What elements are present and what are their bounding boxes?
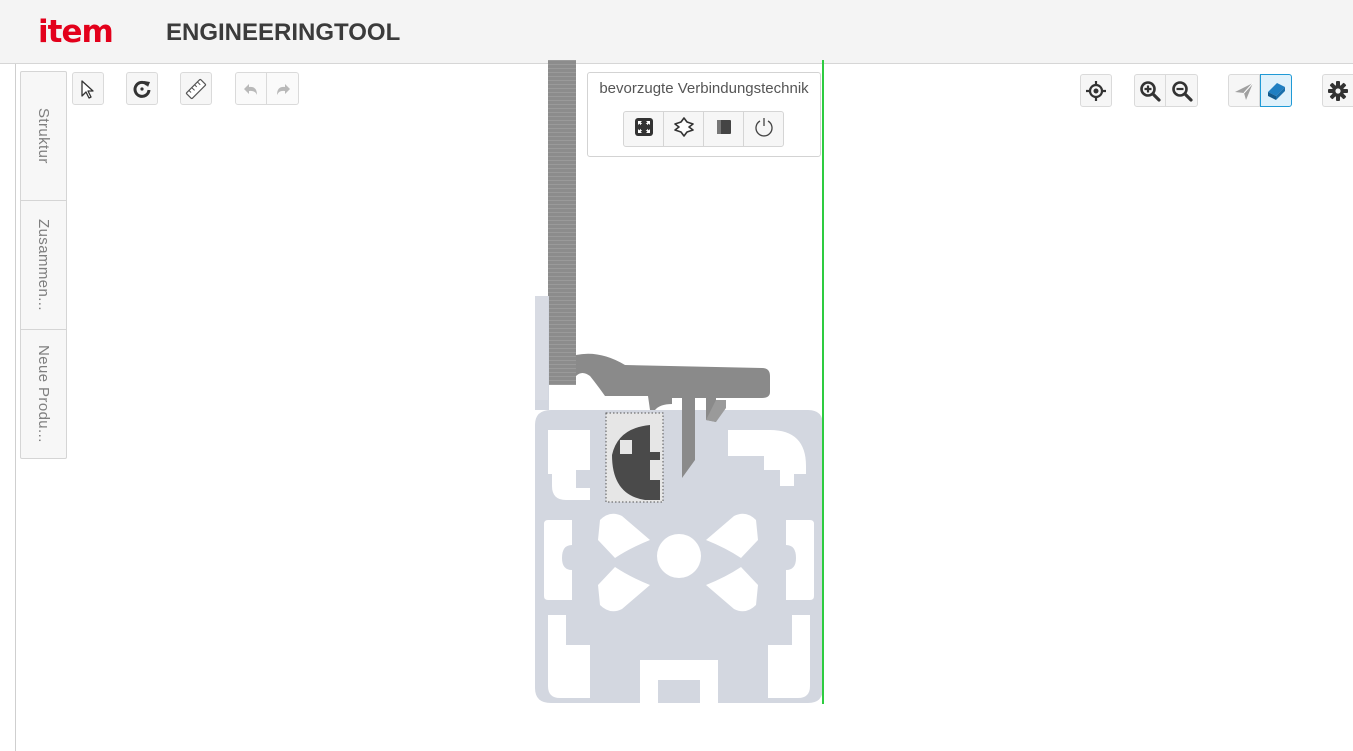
paper-plane-icon [1233, 80, 1255, 102]
zoom-in-button[interactable] [1134, 74, 1166, 107]
gear-icon [1327, 80, 1349, 102]
zoom-in-icon [1139, 80, 1161, 102]
tab-neue-produkte[interactable]: Neue Produ... [21, 330, 66, 458]
undo-button[interactable] [235, 72, 267, 105]
rotate-refresh-icon [132, 79, 152, 99]
redo-arrow-icon [274, 81, 292, 97]
tab-zusammenbau[interactable]: Zusammen... [21, 201, 66, 330]
zoom-out-icon [1171, 80, 1193, 102]
measure-button[interactable] [180, 72, 212, 105]
profile-outline-icon [673, 116, 695, 143]
zoom-out-button[interactable] [1166, 74, 1198, 107]
view-3d-button[interactable] [1260, 74, 1292, 107]
settings-button[interactable] [1322, 74, 1353, 107]
connection-power-button[interactable] [743, 111, 784, 147]
tab-struktur[interactable]: Struktur [21, 72, 66, 201]
power-icon [753, 116, 775, 143]
tab-neue-produkte-label: Neue Produ... [35, 345, 52, 443]
tab-struktur-label: Struktur [35, 108, 52, 164]
connection-automatic-button[interactable] [623, 111, 664, 147]
connection-universal-button[interactable] [663, 111, 704, 147]
cursor-arrow-icon [79, 79, 97, 99]
view-2d-button[interactable] [1228, 74, 1260, 107]
side-tab-bar: Struktur Zusammen... Neue Produ... [20, 71, 67, 459]
panel-part[interactable] [535, 60, 576, 410]
filled-square-icon [714, 117, 734, 142]
select-button[interactable] [72, 72, 104, 105]
connection-panel-title: bevorzugte Verbindungstechnik [599, 80, 809, 97]
ruler-icon [185, 78, 207, 100]
redo-button[interactable] [267, 72, 299, 105]
rotate-button[interactable] [126, 72, 158, 105]
connection-technique-panel: bevorzugte Verbindungstechnik [587, 72, 821, 157]
center-view-button[interactable] [1080, 74, 1112, 107]
aluminium-profile[interactable] [535, 410, 823, 703]
undo-arrow-icon [242, 81, 260, 97]
tab-zusammenbau-label: Zusammen... [35, 219, 52, 311]
crosshair-icon [1085, 80, 1107, 102]
cube-icon [1265, 80, 1287, 102]
connection-standard-button[interactable] [703, 111, 744, 147]
selected-part[interactable] [605, 412, 664, 503]
expand-arrows-icon [633, 116, 655, 143]
